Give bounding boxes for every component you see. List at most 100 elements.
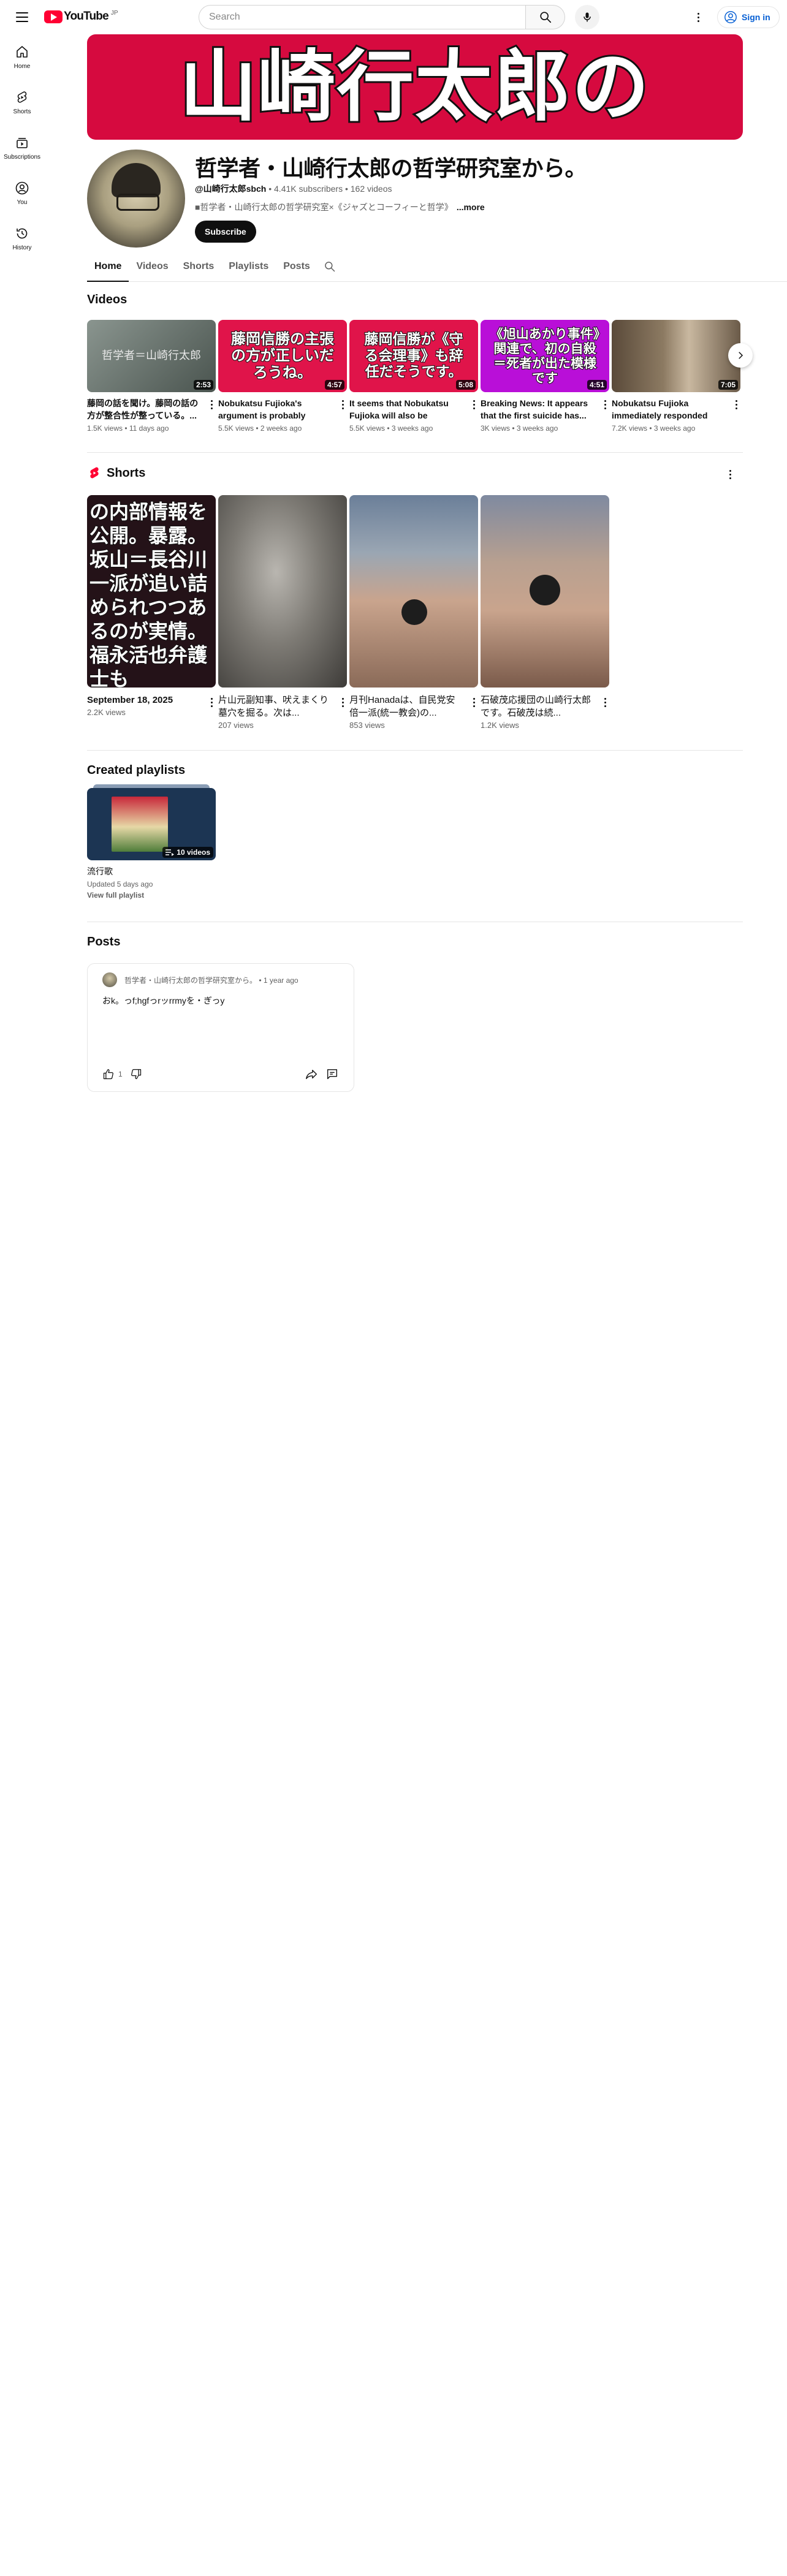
- video-title[interactable]: 藤岡の話を聞け。藤岡の話の方が整合性が整っている。...: [87, 397, 199, 422]
- video-thumbnail[interactable]: 藤岡信勝が《守る会理事》も辞任だそうです。 5:08: [349, 320, 478, 392]
- post-time[interactable]: 1 year ago: [264, 976, 298, 985]
- thumbnail-text: 《旭山あかり事件》関連で、初の自殺＝死者が出た模様です: [490, 326, 601, 386]
- short-views: 2.2K views: [87, 708, 126, 717]
- video-thumbnail[interactable]: 哲学者＝山崎行太郎 2:53: [87, 320, 216, 392]
- short-title[interactable]: 月刊Hanadaは、自民党安倍一派(統一教会)の...: [349, 694, 460, 719]
- dislike-button[interactable]: [126, 1063, 146, 1085]
- video-duration: 5:08: [455, 380, 476, 390]
- video-meta: 1.5K views • 11 days ago: [87, 424, 169, 433]
- settings-more-button[interactable]: [688, 7, 709, 27]
- youtube-logo[interactable]: YouTube JP: [44, 10, 118, 23]
- sidebar-item-you[interactable]: You: [0, 170, 44, 216]
- tab-playlists[interactable]: Playlists: [221, 252, 276, 281]
- playlist-thumbnail[interactable]: 10 videos: [87, 788, 216, 860]
- shorts-section-header: Shorts: [87, 466, 145, 480]
- video-card: 《旭山あかり事件》関連で、初の自殺＝死者が出た模様です 4:51 Breakin…: [481, 320, 609, 433]
- tab-posts[interactable]: Posts: [276, 252, 317, 281]
- sidebar-item-home[interactable]: Home: [0, 34, 44, 80]
- video-more-button[interactable]: [601, 397, 609, 412]
- video-meta: 7.2K views • 3 weeks ago: [612, 424, 696, 433]
- video-thumbnail[interactable]: 藤岡信勝の主張の方が正しいだろうね。 4:57: [218, 320, 347, 392]
- video-duration: 4:57: [324, 380, 344, 390]
- post-actions: 1: [99, 1063, 343, 1085]
- video-thumbnail[interactable]: 《旭山あかり事件》関連で、初の自殺＝死者が出た模様です 4:51: [481, 320, 609, 392]
- videos-section-title[interactable]: Videos: [87, 293, 127, 307]
- search-button[interactable]: [526, 5, 565, 29]
- comment-button[interactable]: [322, 1063, 343, 1085]
- thumbnail-text: 藤岡信勝が《守る会理事》も辞任だそうです。: [364, 331, 464, 381]
- post-separator: •: [257, 976, 264, 985]
- video-card: 藤岡信勝が《守る会理事》も辞任だそうです。 5:08 It seems that…: [349, 320, 478, 433]
- short-views: 853 views: [349, 721, 385, 730]
- subscribe-button[interactable]: Subscribe: [195, 221, 256, 243]
- post-body: おk。っf;hgfっrッrrmyを・ぎっy: [102, 996, 225, 1006]
- comment-icon: [327, 1069, 338, 1080]
- short-more-button[interactable]: [338, 695, 347, 710]
- shorts-more-button[interactable]: [726, 467, 734, 482]
- post-author-name[interactable]: 哲学者・山崎行太郎の哲学研究室から。: [124, 976, 257, 985]
- thumbnail-text: の内部情報を公開。暴露。坂山＝長谷川一派が追い詰められつつあるのが実情。福永活也…: [89, 499, 208, 688]
- subscriber-count: 4.41K subscribers: [274, 184, 343, 194]
- shorts-icon: [17, 91, 27, 103]
- thumbnail-text: 藤岡信勝の主張の方が正しいだろうね。: [230, 330, 335, 382]
- sidebar-item-label: You: [17, 199, 28, 206]
- short-views: 1.2K views: [481, 721, 519, 730]
- video-card: 哲学者＝山崎行太郎 2:53 藤岡の話を聞け。藤岡の話の方が整合性が整っている。…: [87, 320, 216, 433]
- hamburger-menu-icon[interactable]: [11, 7, 33, 27]
- video-more-button[interactable]: [732, 397, 740, 412]
- video-title[interactable]: Nobukatsu Fujioka immediately responded …: [612, 397, 723, 422]
- short-card: 石破茂応援団の山崎行太郎です。石破茂は続... 1.2K views: [481, 495, 609, 730]
- short-card: 片山元副知事、吠えまくり墓穴を掘る。次は... 207 views: [218, 495, 347, 730]
- playlist-count-badge: 10 videos: [162, 847, 213, 858]
- short-more-button[interactable]: [470, 695, 478, 710]
- shelf-next-button[interactable]: [728, 343, 753, 368]
- description-more-link[interactable]: ...more: [457, 202, 485, 212]
- video-thumbnail[interactable]: 7:05: [612, 320, 740, 392]
- microphone-icon: [584, 12, 591, 22]
- video-more-button[interactable]: [338, 397, 347, 412]
- short-title[interactable]: September 18, 2025: [87, 694, 197, 707]
- sidebar-item-shorts[interactable]: Shorts: [0, 80, 44, 125]
- tab-home[interactable]: Home: [87, 252, 129, 282]
- video-duration: 4:51: [587, 380, 607, 390]
- like-button[interactable]: 1: [99, 1063, 126, 1085]
- sidebar-item-subscriptions[interactable]: Subscriptions: [0, 125, 44, 170]
- post-card: 哲学者・山崎行太郎の哲学研究室から。 • 1 year ago おk。っf;hg…: [87, 963, 354, 1092]
- top-bar: YouTube JP Sign in: [0, 0, 787, 34]
- short-thumbnail[interactable]: [349, 495, 478, 688]
- search-input[interactable]: [209, 12, 515, 23]
- section-divider: [87, 750, 743, 751]
- video-title[interactable]: It seems that Nobukatsu Fujioka will als…: [349, 397, 461, 422]
- youtube-play-icon: [44, 10, 63, 23]
- short-thumbnail[interactable]: [218, 495, 347, 688]
- channel-search-button[interactable]: [317, 252, 342, 281]
- video-title[interactable]: Breaking News: It appears that the first…: [481, 397, 592, 422]
- shorts-section-title[interactable]: Shorts: [107, 466, 145, 480]
- playlist-title[interactable]: 流行歌: [87, 865, 216, 877]
- video-more-button[interactable]: [207, 397, 216, 412]
- playlists-section-title[interactable]: Created playlists: [87, 763, 185, 778]
- banner-text: 山崎行太郎の: [178, 42, 651, 132]
- short-more-button[interactable]: [601, 695, 609, 710]
- microphone-shape: [530, 575, 560, 605]
- short-thumbnail[interactable]: の内部情報を公開。暴露。坂山＝長谷川一派が追い詰められつつあるのが実情。福永活也…: [87, 495, 216, 688]
- short-card: の内部情報を公開。暴露。坂山＝長谷川一派が追い詰められつつあるのが実情。福永活也…: [87, 495, 216, 717]
- share-button[interactable]: [301, 1063, 322, 1085]
- sidebar-item-history[interactable]: History: [0, 216, 44, 261]
- video-more-button[interactable]: [470, 397, 478, 412]
- sign-in-button[interactable]: Sign in: [717, 6, 780, 28]
- tab-shorts[interactable]: Shorts: [176, 252, 222, 281]
- post-author-avatar[interactable]: [102, 972, 117, 987]
- channel-meta: @山崎行太郎sbch • 4.41K subscribers • 162 vid…: [195, 183, 392, 195]
- tab-videos[interactable]: Videos: [129, 252, 175, 281]
- video-meta: 5.5K views • 3 weeks ago: [349, 424, 433, 433]
- view-full-playlist-link[interactable]: View full playlist: [87, 891, 216, 900]
- short-title[interactable]: 片山元副知事、吠えまくり墓穴を掘る。次は...: [218, 694, 329, 719]
- post-author-line: 哲学者・山崎行太郎の哲学研究室から。 • 1 year ago: [124, 975, 298, 985]
- video-title[interactable]: Nobukatsu Fujioka's argument is probably…: [218, 397, 330, 422]
- short-title[interactable]: 石破茂応援団の山崎行太郎です。石破茂は続...: [481, 694, 591, 719]
- voice-search-button[interactable]: [575, 5, 599, 29]
- short-thumbnail[interactable]: [481, 495, 609, 688]
- short-more-button[interactable]: [207, 695, 216, 710]
- posts-section-title[interactable]: Posts: [87, 935, 120, 949]
